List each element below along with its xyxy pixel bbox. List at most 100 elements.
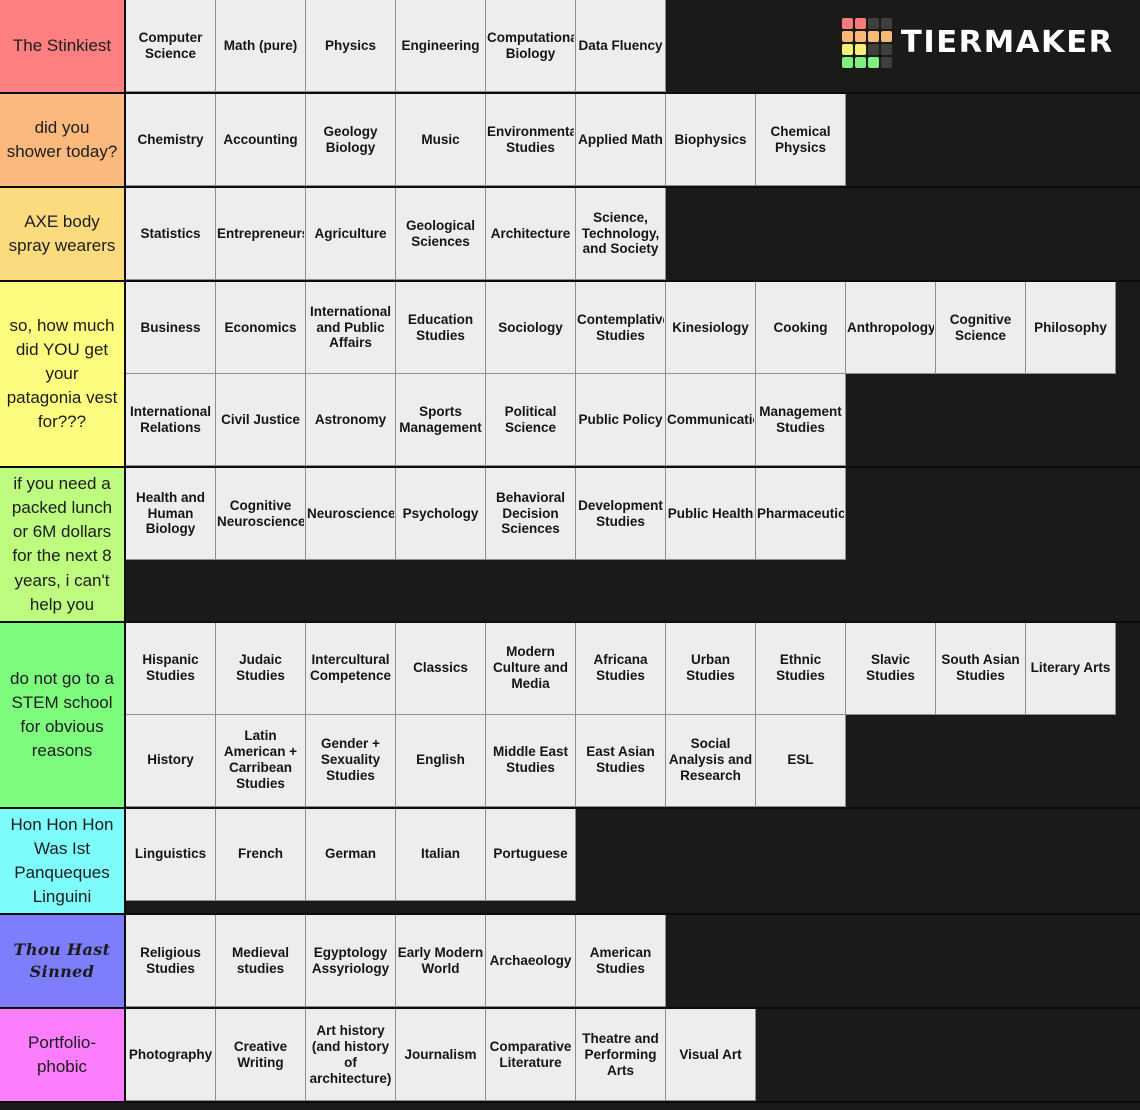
tier-item[interactable]: Urban Studies <box>666 622 756 715</box>
tier-item[interactable]: Cognitive Science <box>936 282 1026 374</box>
tier-item[interactable]: Agriculture <box>306 188 396 280</box>
tier-item[interactable]: Neuroscience <box>306 468 396 560</box>
tier-item[interactable]: Latin American + Carribean Studies <box>216 714 306 807</box>
tier-item[interactable]: Economics <box>216 282 306 374</box>
tier-item[interactable]: ESL <box>756 714 846 807</box>
tier-items-dropzone[interactable]: Photography Creative Writing Art history (… <box>126 1009 1140 1102</box>
tier-item[interactable]: Sports Management <box>396 374 486 466</box>
tier-item[interactable]: Contemplative Studies <box>576 282 666 374</box>
tier-item[interactable]: Intercultural Competence <box>306 622 396 715</box>
tier-item[interactable]: Theatre and Performing Arts <box>576 1009 666 1102</box>
tier-item[interactable]: Geological Sciences <box>396 188 486 280</box>
tier-items-dropzone[interactable]: Business Economics International and Publi… <box>126 282 1140 466</box>
tier-items-dropzone[interactable]: Statistics Entrepreneurship Agriculture Geo… <box>126 188 1140 280</box>
tier-item[interactable]: Accounting <box>216 94 306 186</box>
tier-item[interactable]: Medieval studies <box>216 915 306 1008</box>
tier-item[interactable]: Math (pure) <box>216 0 306 92</box>
tier-item[interactable]: Gender + Sexuality Studies <box>306 714 396 807</box>
tier-item[interactable]: Archaeology <box>486 915 576 1008</box>
tier-item[interactable]: Italian <box>396 808 486 901</box>
tier-item[interactable]: Music <box>396 94 486 186</box>
tier-item[interactable]: German <box>306 808 396 901</box>
tier-item[interactable]: Biophysics <box>666 94 756 186</box>
tier-item[interactable]: Psychology <box>396 468 486 560</box>
tier-item[interactable]: Environmental Studies <box>486 94 576 186</box>
tier-item[interactable]: Judaic Studies <box>216 622 306 715</box>
tier-item[interactable]: Education Studies <box>396 282 486 374</box>
tier-item[interactable]: Chemical Physics <box>756 94 846 186</box>
tier-items-dropzone[interactable]: Linguistics French German Italian Portuguese <box>126 808 1140 914</box>
tier-item[interactable]: Behavioral Decision Sciences <box>486 468 576 560</box>
tier-item[interactable]: Data Fluency <box>576 0 666 92</box>
tier-item[interactable]: English <box>396 714 486 807</box>
tier-label[interactable]: so, how much did YOU get your patagonia … <box>0 282 126 466</box>
tier-item[interactable]: Modern Culture and Media <box>486 622 576 715</box>
tier-item[interactable]: Computational Biology <box>486 0 576 92</box>
tier-item[interactable]: Religious Studies <box>126 915 216 1008</box>
tier-item[interactable]: Early Modern World <box>396 915 486 1008</box>
tier-label[interactable]: did you shower today? <box>0 94 126 186</box>
tier-item[interactable]: South Asian Studies <box>936 622 1026 715</box>
tier-item[interactable]: Management Studies <box>756 374 846 466</box>
tier-item[interactable]: History <box>126 714 216 807</box>
tier-item[interactable]: Linguistics <box>126 808 216 901</box>
tier-item[interactable]: Applied Math <box>576 94 666 186</box>
tier-item[interactable]: Astronomy <box>306 374 396 466</box>
tier-item[interactable]: Comparative Literature <box>486 1009 576 1102</box>
tier-item[interactable]: East Asian Studies <box>576 714 666 807</box>
tier-item[interactable]: Social Analysis and Research <box>666 714 756 807</box>
tier-item[interactable]: Hispanic Studies <box>126 622 216 715</box>
tier-item[interactable]: Art history (and history of architecture… <box>306 1009 396 1102</box>
tier-item[interactable]: Health and Human Biology <box>126 468 216 560</box>
tier-item[interactable]: Photography <box>126 1009 216 1102</box>
tier-item[interactable]: Creative Writing <box>216 1009 306 1102</box>
tier-item[interactable]: Business <box>126 282 216 374</box>
tier-items-dropzone[interactable]: Health and Human Biology Cognitive Neuros… <box>126 468 1140 621</box>
tier-item[interactable]: Entrepreneurship <box>216 188 306 280</box>
tier-items-dropzone[interactable]: Chemistry Accounting Geology Biology Music E… <box>126 94 1140 186</box>
tier-item[interactable]: Pharmaceutics <box>756 468 846 560</box>
tier-item[interactable]: Architecture <box>486 188 576 280</box>
tier-item[interactable]: Public Policy <box>576 374 666 466</box>
tier-item[interactable]: Sociology <box>486 282 576 374</box>
tier-item[interactable]: Development Studies <box>576 468 666 560</box>
tier-label[interactable]: Thou Hast Sinned <box>0 915 126 1008</box>
tier-item[interactable]: Cognitive Neuroscience <box>216 468 306 560</box>
tier-item[interactable]: Anthropology <box>846 282 936 374</box>
tier-item[interactable]: French <box>216 808 306 901</box>
tier-items-dropzone[interactable]: Religious Studies Medieval studies Egyptol… <box>126 915 1140 1008</box>
tier-item[interactable]: Kinesiology <box>666 282 756 374</box>
tier-label[interactable]: if you need a packed lunch or 6M dollars… <box>0 468 126 621</box>
tier-item[interactable]: Computer Science <box>126 0 216 92</box>
tier-item[interactable]: Cooking <box>756 282 846 374</box>
tier-item[interactable]: Public Health <box>666 468 756 560</box>
tier-label[interactable]: Portfolio-phobic <box>0 1009 126 1102</box>
tier-item[interactable]: Africana Studies <box>576 622 666 715</box>
tier-item[interactable]: International and Public Affairs <box>306 282 396 374</box>
tier-item[interactable]: Classics <box>396 622 486 715</box>
tier-item[interactable]: Physics <box>306 0 396 92</box>
tier-label[interactable]: Hon Hon Hon Was Ist Panqueques Linguini <box>0 808 126 914</box>
tier-item[interactable]: Political Science <box>486 374 576 466</box>
tier-item[interactable]: Engineering <box>396 0 486 92</box>
tier-item[interactable]: Civil Justice <box>216 374 306 466</box>
tier-item[interactable]: Science, Technology, and Society <box>576 188 666 280</box>
tier-items-dropzone[interactable]: Hispanic Studies Judaic Studies Intercultu… <box>126 622 1140 807</box>
tier-item[interactable]: American Studies <box>576 915 666 1008</box>
tier-item[interactable]: Middle East Studies <box>486 714 576 807</box>
tier-item[interactable]: Visual Art <box>666 1009 756 1102</box>
tier-item[interactable]: Journalism <box>396 1009 486 1102</box>
tier-item[interactable]: Philosophy <box>1026 282 1116 374</box>
tier-item[interactable]: Portuguese <box>486 808 576 901</box>
tier-item[interactable]: International Relations <box>126 374 216 466</box>
tier-item[interactable]: Chemistry <box>126 94 216 186</box>
tier-item[interactable]: Slavic Studies <box>846 622 936 715</box>
tier-item[interactable]: Literary Arts <box>1026 622 1116 715</box>
tier-label[interactable]: do not go to a STEM school for obvious r… <box>0 622 126 807</box>
tier-item[interactable]: Statistics <box>126 188 216 280</box>
tier-label[interactable]: The Stinkiest <box>0 0 126 92</box>
tier-item[interactable]: Communications <box>666 374 756 466</box>
tier-item[interactable]: Egyptology Assyriology <box>306 915 396 1008</box>
tier-label[interactable]: AXE body spray wearers <box>0 188 126 280</box>
tier-item[interactable]: Geology Biology <box>306 94 396 186</box>
